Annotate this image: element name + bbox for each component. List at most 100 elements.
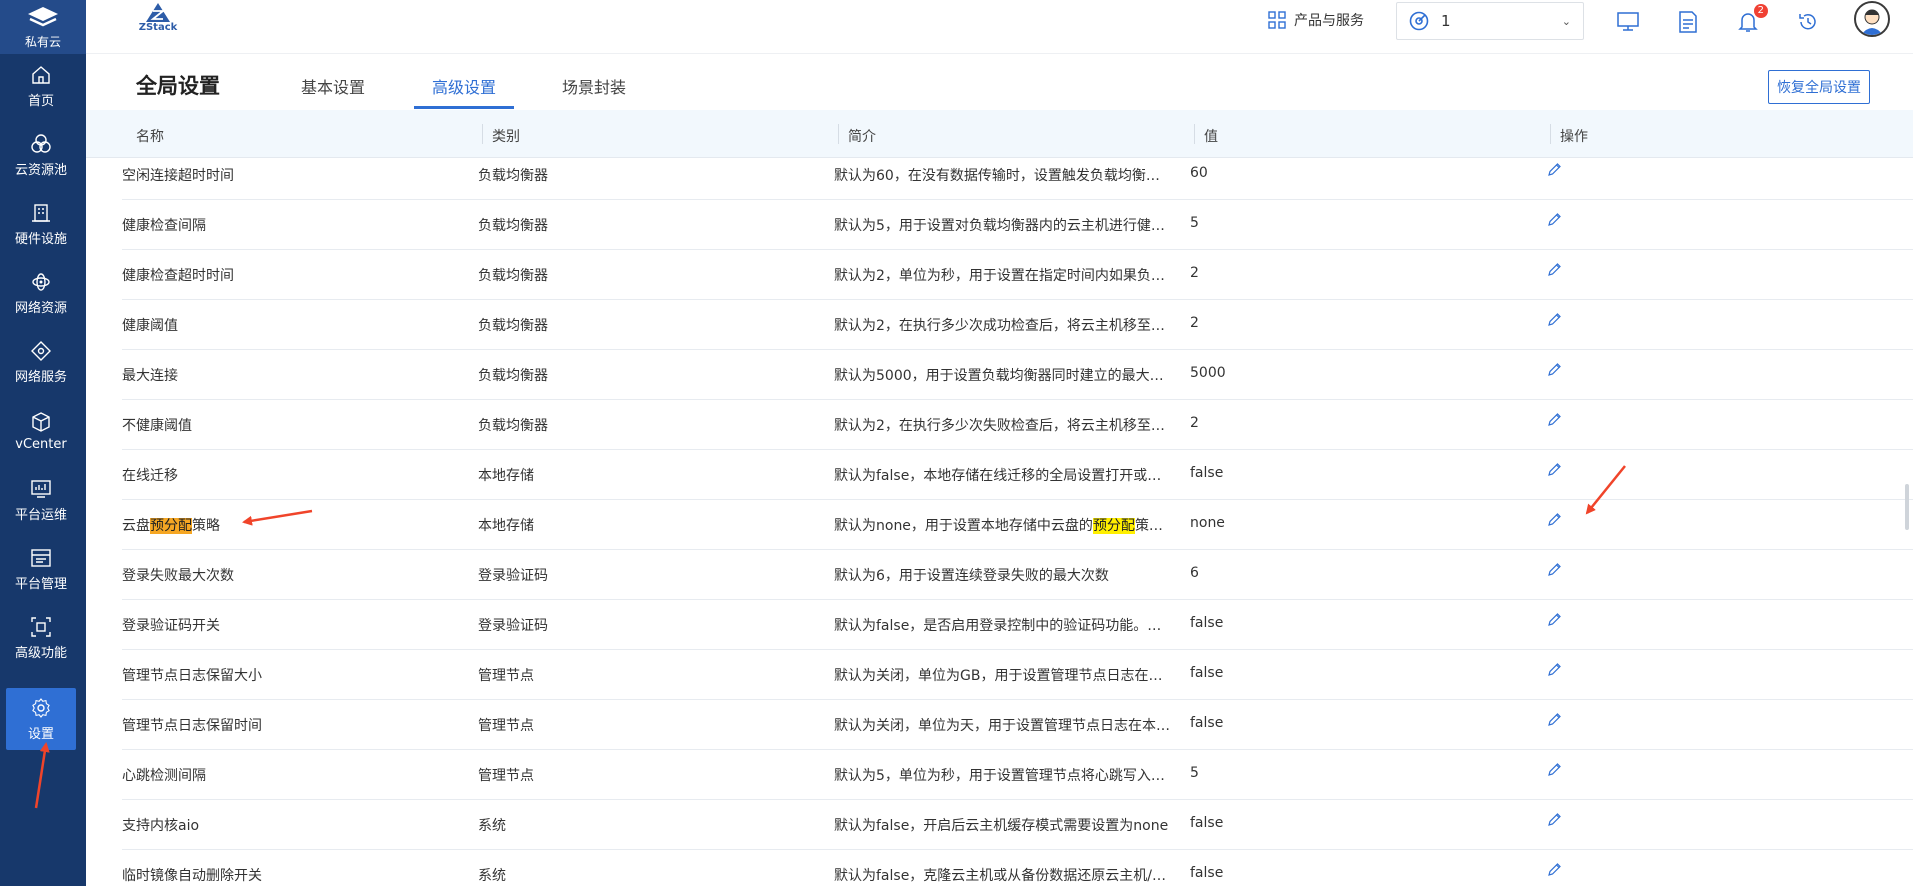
edit-pencil-icon[interactable] — [1546, 462, 1562, 478]
sidebar-item-management[interactable]: 平台管理 — [6, 538, 76, 600]
sidebar-item-network-resource[interactable]: 网络资源 — [6, 262, 76, 324]
cell-category: 负载均衡器 — [478, 168, 548, 184]
table-row: 心跳检测间隔 管理节点 默认为5，单位为秒，用于设置管理节点将心跳写入… 5 — [122, 750, 1913, 800]
table-header: 名称 类别 简介 值 操作 — [86, 110, 1913, 158]
top-header: ZStack 产品与服务 1 ⌄ 2 — [86, 0, 1913, 54]
project-value: 1 — [1441, 12, 1451, 30]
sidebar-item-resource-pool[interactable]: 云资源池 — [6, 124, 76, 186]
notifications-button[interactable]: 2 — [1736, 4, 1768, 34]
cell-name: 健康阈值 — [122, 318, 178, 334]
sidebar-item-hardware[interactable]: 硬件设施 — [6, 193, 76, 255]
edit-pencil-icon[interactable] — [1546, 312, 1562, 328]
history-button[interactable] — [1796, 10, 1820, 34]
sidebar-brand-label: 私有云 — [24, 34, 61, 49]
cell-value: false — [1190, 815, 1224, 831]
tab-basic-settings[interactable]: 基本设置 — [301, 74, 365, 98]
table-row: 健康阈值 负载均衡器 默认为2，在执行多少次成功检查后，将云主机移至… 2 — [122, 300, 1913, 350]
cell-category: 负载均衡器 — [478, 368, 548, 384]
docs-button[interactable] — [1676, 10, 1700, 34]
sidebar-item-ops[interactable]: 平台运维 — [6, 469, 76, 531]
gear-icon — [32, 697, 50, 718]
edit-pencil-icon[interactable] — [1546, 762, 1562, 778]
edit-pencil-icon[interactable] — [1546, 862, 1562, 878]
edit-pencil-icon[interactable] — [1546, 712, 1562, 728]
cell-description: 默认为none，用于设置本地存储中云盘的预分配策… — [834, 515, 1163, 535]
cell-name: 管理节点日志保留时间 — [122, 718, 262, 734]
column-header-category[interactable]: 类别 — [492, 126, 520, 146]
cell-description: 默认为5，用于设置对负载均衡器内的云主机进行健… — [834, 218, 1165, 234]
tab-advanced-settings[interactable]: 高级设置 — [432, 74, 496, 98]
cell-category: 登录验证码 — [478, 568, 548, 584]
sidebar-item-label: vCenter — [15, 436, 67, 452]
edit-pencil-icon[interactable] — [1546, 612, 1562, 628]
sidebar-item-label: 高级功能 — [14, 645, 67, 661]
monitor-icon — [31, 479, 51, 498]
edit-pencil-icon[interactable] — [1546, 412, 1562, 428]
cell-description: 默认为5000，用于设置负载均衡器同时建立的最大… — [834, 368, 1164, 384]
edit-pencil-icon[interactable] — [1546, 562, 1562, 578]
logo-text: ZStack — [138, 22, 178, 33]
sidebar-item-label: 平台管理 — [14, 576, 67, 592]
column-header-description[interactable]: 简介 — [848, 126, 876, 146]
table-row: 最大连接 负载均衡器 默认为5000，用于设置负载均衡器同时建立的最大… 5000 — [122, 350, 1913, 400]
network-resource-icon — [32, 272, 50, 291]
column-divider — [1550, 124, 1551, 144]
cell-description: 默认为2，单位为秒，用于设置在指定时间内如果负… — [834, 268, 1165, 284]
chevron-down-icon: ⌄ — [1561, 15, 1571, 28]
home-icon — [32, 65, 50, 84]
cell-category: 登录验证码 — [478, 618, 548, 634]
zstack-logo[interactable]: ZStack — [136, 2, 180, 42]
cell-value: none — [1190, 515, 1225, 531]
table-row: 临时镜像自动删除开关 系统 默认为false，克隆云主机或从备份数据还原云主机/… f… — [122, 850, 1913, 886]
sidebar-item-settings[interactable]: 设置 — [6, 688, 76, 750]
project-selector[interactable]: 1 ⌄ — [1396, 2, 1584, 40]
table-row: 不健康阈值 负载均衡器 默认为2，在执行多少次失败检查后，将云主机移至… 2 — [122, 400, 1913, 450]
sidebar-item-label: 网络资源 — [14, 300, 67, 316]
cell-category: 管理节点 — [478, 718, 534, 734]
sidebar-item-label: 网络服务 — [14, 369, 67, 385]
edit-pencil-icon[interactable] — [1546, 812, 1562, 828]
edit-pencil-icon[interactable] — [1546, 212, 1562, 228]
cell-description: 默认为2，在执行多少次成功检查后，将云主机移至… — [834, 318, 1165, 334]
cell-category: 负载均衡器 — [478, 418, 548, 434]
cell-value: false — [1190, 665, 1224, 681]
hardware-icon — [32, 203, 50, 222]
cell-value: 2 — [1190, 315, 1199, 331]
cell-description: 默认为关闭，单位为GB，用于设置管理节点日志在… — [834, 668, 1163, 684]
edit-pencil-icon[interactable] — [1546, 262, 1562, 278]
sidebar-item-advanced[interactable]: 高级功能 — [6, 607, 76, 669]
column-divider — [838, 124, 839, 144]
cell-value: 5 — [1190, 765, 1199, 781]
restore-global-settings-button[interactable]: 恢复全局设置 — [1768, 70, 1870, 104]
edit-pencil-icon[interactable] — [1546, 162, 1562, 178]
resource-pool-icon — [31, 133, 51, 153]
column-header-name[interactable]: 名称 — [136, 126, 164, 146]
table-row: 登录失败最大次数 登录验证码 默认为6，用于设置连续登录失败的最大次数 6 — [122, 550, 1913, 600]
edit-pencil-icon[interactable] — [1546, 512, 1562, 528]
cell-name: 临时镜像自动删除开关 — [122, 868, 262, 884]
sidebar-item-label: 首页 — [27, 93, 54, 109]
sidebar-item-network-service[interactable]: 网络服务 — [6, 331, 76, 393]
scrollbar-thumb[interactable] — [1905, 484, 1909, 530]
table-row: 支持内核aio 系统 默认为false，开启后云主机缓存模式需要设置为none fal… — [122, 800, 1913, 850]
page-titlebar: 全局设置 基本设置 高级设置 场景封装 恢复全局设置 — [86, 54, 1913, 110]
edit-pencil-icon[interactable] — [1546, 362, 1562, 378]
products-services-menu[interactable]: 产品与服务 — [1268, 10, 1364, 30]
active-tab-indicator — [414, 106, 514, 109]
console-button[interactable] — [1616, 10, 1640, 34]
cell-category: 系统 — [478, 868, 506, 884]
column-header-value[interactable]: 值 — [1204, 126, 1218, 146]
sidebar-brand[interactable]: 私有云 — [0, 0, 86, 54]
table-row: 在线迁移 本地存储 默认为false，本地存储在线迁移的全局设置打开或… false — [122, 450, 1913, 500]
notification-badge: 2 — [1753, 4, 1768, 18]
tab-scenario-package[interactable]: 场景封装 — [562, 74, 626, 98]
cell-value: false — [1190, 615, 1224, 631]
table-row: 云盘预分配策略 本地存储 默认为none，用于设置本地存储中云盘的预分配策… none — [122, 500, 1913, 550]
cell-category: 管理节点 — [478, 668, 534, 684]
edit-pencil-icon[interactable] — [1546, 662, 1562, 678]
cell-name: 空闲连接超时时间 — [122, 168, 234, 184]
sidebar-item-home[interactable]: 首页 — [6, 55, 76, 117]
document-icon — [1679, 11, 1697, 33]
sidebar-item-vcenter[interactable]: vCenter — [6, 400, 76, 462]
user-avatar[interactable] — [1854, 1, 1890, 37]
